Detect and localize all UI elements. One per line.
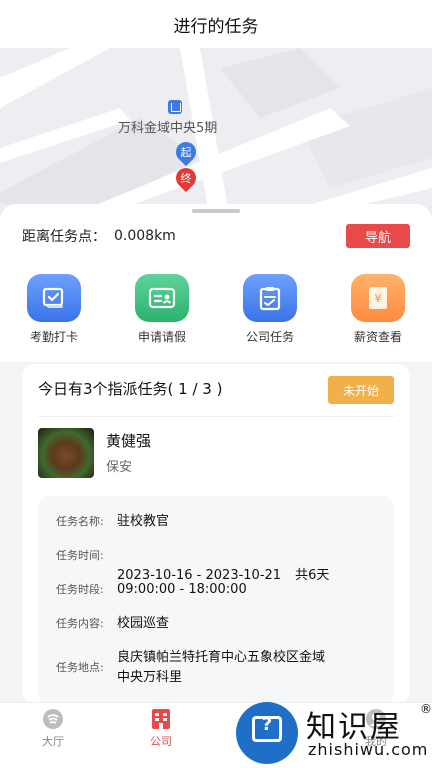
- tab-home[interactable]: 大厅: [23, 707, 83, 749]
- end-marker-text: 终: [180, 172, 192, 185]
- shortcut-label: 公司任务: [245, 330, 294, 344]
- navigate-button[interactable]: 导航: [346, 224, 410, 248]
- tab-company[interactable]: 公司: [131, 707, 191, 749]
- sheet-drag-handle[interactable]: [192, 209, 240, 213]
- detail-row-content: 任务内容: 校园巡查: [56, 614, 169, 634]
- building-icon: [168, 100, 182, 114]
- assignee-name: 黄健强: [106, 432, 152, 450]
- end-marker-icon[interactable]: 终: [171, 163, 201, 194]
- distance-value: 0.008km: [114, 228, 176, 244]
- detail-value: 09:00:00 - 18:00:00: [117, 582, 247, 597]
- task-status-button[interactable]: 未开始: [328, 376, 394, 404]
- detail-key: 任务时段:: [56, 583, 104, 596]
- detail-key: 任务内容:: [56, 617, 104, 630]
- detail-key: 任务地点:: [56, 661, 104, 674]
- detail-key: 任务名称:: [56, 515, 104, 528]
- top-bar: 进行的任务: [0, 0, 432, 48]
- clipboard-icon: [243, 274, 297, 322]
- detail-days: 共6天: [295, 568, 330, 583]
- leave-request-icon: [135, 274, 189, 322]
- detail-value: 良庆镇帕兰特托育中心五象校区金域 中央万科里: [117, 650, 326, 685]
- detail-row-location: 任务地点: 良庆镇帕兰特托育中心五象校区金域 中央万科里: [56, 648, 325, 688]
- task-card: 今日有3个指派任务( 1 / 3 ) 未开始 黄健强 保安 任务名称: 驻校教官…: [22, 364, 410, 704]
- start-marker-text: 起: [180, 146, 192, 159]
- shortcut-checkin[interactable]: 考勤打卡: [0, 274, 108, 352]
- shortcut-leave-request[interactable]: 申请请假: [108, 274, 216, 352]
- task-detail-panel: 任务名称: 驻校教官 任务时间: 2023-10-16 - 2023-10-21…: [38, 496, 394, 704]
- company-icon: [149, 707, 173, 731]
- detail-value: 驻校教官: [117, 514, 170, 529]
- shortcut-label: 考勤打卡: [29, 330, 78, 344]
- task-card-title: 今日有3个指派任务( 1 / 3 ): [38, 380, 223, 398]
- page-title: 进行的任务: [173, 16, 259, 37]
- tab-label: 公司: [150, 735, 172, 748]
- distance-row: 距离任务点： 0.008km 导航: [22, 224, 410, 248]
- assignee-role: 保安: [106, 460, 133, 475]
- detail-row-period: 任务时段: 09:00:00 - 18:00:00: [56, 580, 247, 600]
- tab-label: 我的: [365, 735, 387, 748]
- detail-key: 任务时间:: [56, 549, 104, 562]
- home-hall-icon: [41, 707, 65, 731]
- tab-label: 大厅: [42, 735, 64, 748]
- salary-icon: ¥: [351, 274, 405, 322]
- tab-mine[interactable]: 我的: [346, 707, 406, 749]
- shortcut-grid: 考勤打卡 申请请假 公司任务 ¥ 薪资查看: [0, 274, 432, 352]
- shortcut-label: 薪资查看: [353, 330, 402, 344]
- map-view[interactable]: 万科金域中央5期 起 终: [0, 48, 432, 220]
- shortcut-label: 申请请假: [137, 330, 186, 344]
- detail-value: 校园巡查: [117, 616, 170, 631]
- avatar: [38, 428, 94, 478]
- bottom-tab-bar: 大厅 公司 我的: [0, 702, 432, 768]
- svg-text:¥: ¥: [375, 292, 382, 305]
- divider: [38, 416, 394, 417]
- map-place-label: 万科金域中央5期: [118, 121, 218, 136]
- checkin-icon: [27, 274, 81, 322]
- detail-row-name: 任务名称: 驻校教官: [56, 512, 169, 532]
- user-icon: [364, 707, 388, 731]
- shortcut-company-task[interactable]: 公司任务: [216, 274, 324, 352]
- distance-label: 距离任务点：: [22, 229, 106, 245]
- start-marker-icon[interactable]: 起: [171, 137, 201, 168]
- shortcut-salary[interactable]: ¥ 薪资查看: [324, 274, 432, 352]
